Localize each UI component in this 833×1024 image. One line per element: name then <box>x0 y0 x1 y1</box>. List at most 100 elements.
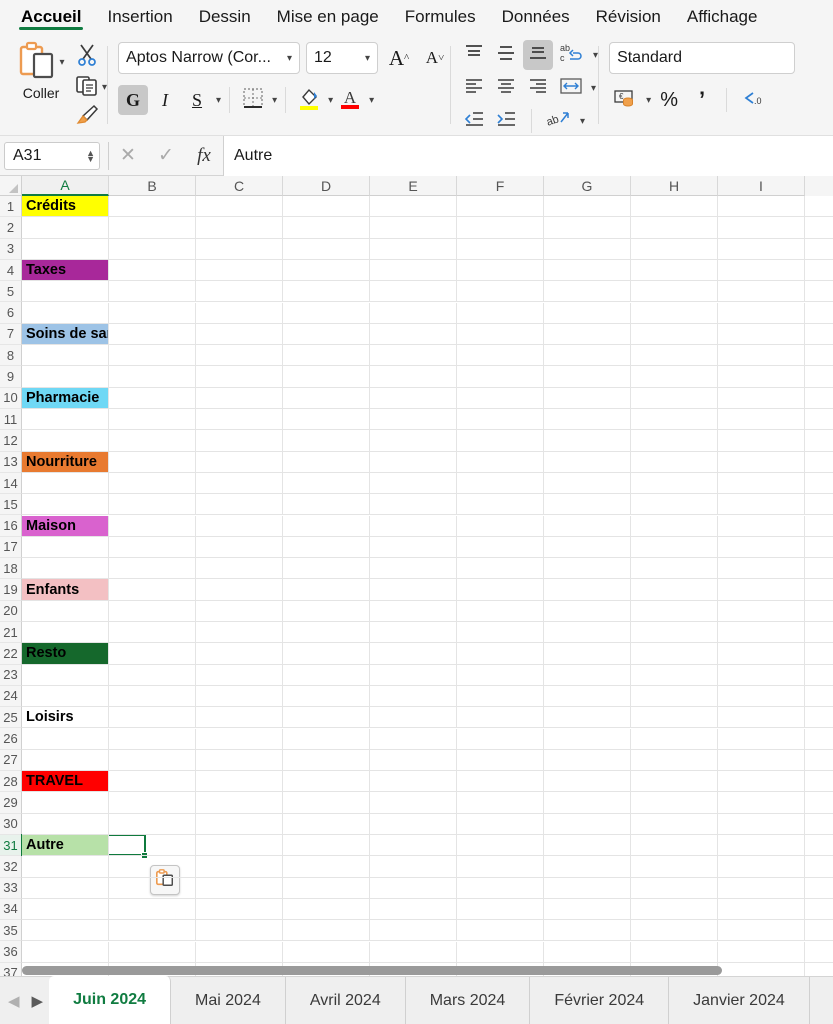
cell-C6[interactable] <box>196 302 283 323</box>
cell-C31[interactable] <box>196 835 283 856</box>
cell-H28[interactable] <box>631 771 718 792</box>
align-bottom-button[interactable] <box>523 40 554 70</box>
cell-I17[interactable] <box>718 536 805 558</box>
cell-A5[interactable] <box>22 281 109 302</box>
borders-dropdown-caret[interactable]: ▾ <box>272 95 277 106</box>
column-header-C[interactable]: C <box>196 176 283 196</box>
cell-A19[interactable]: Enfants <box>22 579 109 600</box>
cell-D35[interactable] <box>283 920 370 941</box>
cell-F24[interactable] <box>457 685 544 707</box>
cell-G2[interactable] <box>544 217 631 238</box>
cell-G5[interactable] <box>544 281 631 302</box>
cell-G26[interactable] <box>544 728 631 749</box>
ribbon-tab-insertion[interactable]: Insertion <box>94 0 185 30</box>
cell-F29[interactable] <box>457 792 544 813</box>
cell-F23[interactable] <box>457 664 544 685</box>
cell-E15[interactable] <box>370 494 457 515</box>
cell-F17[interactable] <box>457 536 544 558</box>
cell-G18[interactable] <box>544 558 631 579</box>
cell-H15[interactable] <box>631 494 718 515</box>
cell-D12[interactable] <box>283 430 370 451</box>
cell-F10[interactable] <box>457 387 544 408</box>
number-format-select[interactable]: Standard <box>609 42 796 74</box>
horizontal-scrollbar-thumb[interactable] <box>22 965 722 975</box>
borders-button[interactable] <box>238 85 268 115</box>
cell-B8[interactable] <box>109 345 196 366</box>
cell-B35[interactable] <box>109 920 196 941</box>
cell-D30[interactable] <box>283 813 370 834</box>
row-header-9[interactable]: 9 <box>0 366 22 388</box>
cell-D21[interactable] <box>283 622 370 643</box>
align-center-button[interactable] <box>491 73 521 103</box>
decrease-indent-button[interactable] <box>459 106 489 135</box>
cell-B3[interactable] <box>109 238 196 259</box>
cell-A23[interactable] <box>22 664 109 685</box>
cell-I26[interactable] <box>718 728 805 749</box>
cell-H13[interactable] <box>631 451 718 472</box>
cell-E34[interactable] <box>370 898 457 920</box>
cell-E21[interactable] <box>370 622 457 643</box>
cell-C19[interactable] <box>196 579 283 600</box>
cell-F5[interactable] <box>457 281 544 302</box>
cell-A15[interactable] <box>22 494 109 515</box>
row-header-16[interactable]: 16 <box>0 515 22 537</box>
cell-G14[interactable] <box>544 472 631 494</box>
decrease-font-size-button[interactable]: A ˅ <box>420 43 450 73</box>
cell-C3[interactable] <box>196 238 283 259</box>
cell-F11[interactable] <box>457 409 544 430</box>
cell-A22[interactable]: Resto <box>22 643 109 664</box>
cell-A35[interactable] <box>22 920 109 941</box>
cell-B2[interactable] <box>109 217 196 238</box>
cell-G28[interactable] <box>544 771 631 792</box>
cell-D16[interactable] <box>283 515 370 536</box>
cell-I10[interactable] <box>718 387 805 408</box>
cell-H3[interactable] <box>631 238 718 259</box>
ribbon-tab-accueil[interactable]: Accueil <box>8 0 94 30</box>
cell-D26[interactable] <box>283 728 370 749</box>
cell-I25[interactable] <box>718 707 805 728</box>
cell-E19[interactable] <box>370 579 457 600</box>
cell-C9[interactable] <box>196 366 283 387</box>
merge-dropdown-caret[interactable]: ▾ <box>591 83 596 94</box>
cell-G16[interactable] <box>544 515 631 536</box>
ribbon-tab-mise-en-page[interactable]: Mise en page <box>264 0 392 30</box>
cell-D2[interactable] <box>283 217 370 238</box>
cell-G4[interactable] <box>544 259 631 281</box>
row-header-1[interactable]: 1 <box>0 196 22 218</box>
cell-D20[interactable] <box>283 600 370 621</box>
cell-E9[interactable] <box>370 366 457 387</box>
cell-H32[interactable] <box>631 856 718 877</box>
cell-E22[interactable] <box>370 643 457 664</box>
cell-A3[interactable] <box>22 238 109 259</box>
format-painter-button[interactable] <box>74 102 100 132</box>
next-sheet-icon[interactable]: ▶ <box>32 992 44 1010</box>
cell-B6[interactable] <box>109 302 196 323</box>
cell-I14[interactable] <box>718 472 805 494</box>
cell-G25[interactable] <box>544 707 631 728</box>
row-header-29[interactable]: 29 <box>0 792 22 814</box>
cell-E27[interactable] <box>370 749 457 771</box>
cell-D3[interactable] <box>283 238 370 259</box>
ribbon-tab-affichage[interactable]: Affichage <box>674 0 771 30</box>
cell-I32[interactable] <box>718 856 805 877</box>
cell-F22[interactable] <box>457 643 544 664</box>
cell-G22[interactable] <box>544 643 631 664</box>
row-header-34[interactable]: 34 <box>0 898 22 921</box>
row-header-2[interactable]: 2 <box>0 217 22 239</box>
cell-B14[interactable] <box>109 472 196 494</box>
cell-D32[interactable] <box>283 856 370 877</box>
cell-H26[interactable] <box>631 728 718 749</box>
cell-A36[interactable] <box>22 941 109 962</box>
ribbon-tab-formules[interactable]: Formules <box>392 0 489 30</box>
cell-E30[interactable] <box>370 813 457 834</box>
cell-G29[interactable] <box>544 792 631 813</box>
row-header-36[interactable]: 36 <box>0 941 22 963</box>
column-header-B[interactable]: B <box>109 176 196 196</box>
cell-C10[interactable] <box>196 387 283 408</box>
cell-H10[interactable] <box>631 387 718 408</box>
cell-F34[interactable] <box>457 898 544 920</box>
cell-G23[interactable] <box>544 664 631 685</box>
row-header-21[interactable]: 21 <box>0 621 22 644</box>
row-header-17[interactable]: 17 <box>0 536 22 559</box>
cell-F12[interactable] <box>457 430 544 451</box>
